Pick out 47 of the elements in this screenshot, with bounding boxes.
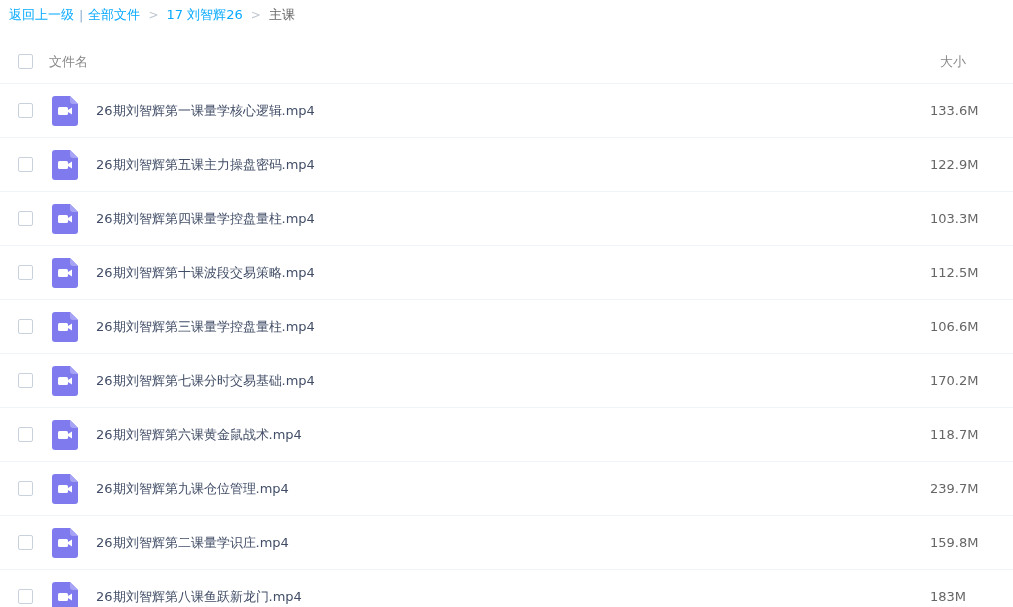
file-size: 239.7M — [930, 481, 980, 496]
file-name[interactable]: 26期刘智辉第一课量学核心逻辑.mp4 — [96, 101, 930, 120]
file-size: 103.3M — [930, 211, 980, 226]
file-name[interactable]: 26期刘智辉第十课波段交易策略.mp4 — [96, 263, 930, 282]
checkbox[interactable] — [18, 481, 33, 496]
checkbox[interactable] — [18, 319, 33, 334]
breadcrumb-separator: > — [148, 8, 159, 22]
file-name[interactable]: 26期刘智辉第六课黄金鼠战术.mp4 — [96, 425, 930, 444]
checkbox[interactable] — [18, 589, 33, 604]
video-file-icon — [52, 473, 78, 504]
checkbox[interactable] — [18, 54, 33, 69]
column-header[interactable]: 文件名 — [49, 52, 930, 71]
checkbox[interactable] — [18, 211, 33, 226]
file-size: 183M — [930, 589, 968, 604]
column-header[interactable]: 大小 — [930, 52, 1013, 71]
video-file-icon — [52, 95, 78, 126]
file-name[interactable]: 26期刘智辉第四课量学控盘量柱.mp4 — [96, 209, 930, 228]
file-name[interactable]: 26期刘智辉第二课量学识庄.mp4 — [96, 533, 930, 552]
checkbox[interactable] — [18, 535, 33, 550]
video-file-icon — [52, 257, 78, 288]
video-file-icon — [52, 419, 78, 450]
video-file-icon — [52, 527, 78, 558]
video-file-icon — [52, 203, 78, 234]
file-size: 122.9M — [930, 157, 980, 172]
breadcrumb-current: 主课 — [268, 6, 295, 24]
file-size: 112.5M — [930, 265, 980, 280]
file-size: 118.7M — [930, 427, 980, 442]
checkbox[interactable] — [18, 103, 33, 118]
checkbox[interactable] — [18, 373, 33, 388]
file-size: 133.6M — [930, 103, 980, 118]
video-file-icon — [52, 149, 78, 180]
video-file-icon — [52, 365, 78, 396]
file-name[interactable]: 26期刘智辉第九课仓位管理.mp4 — [96, 479, 930, 498]
checkbox[interactable] — [18, 427, 33, 442]
video-file-icon — [52, 311, 78, 342]
file-size: 170.2M — [930, 373, 980, 388]
file-name[interactable]: 26期刘智辉第七课分时交易基础.mp4 — [96, 371, 930, 390]
breadcrumb-separator: > — [250, 8, 261, 22]
breadcrumb-divider: | — [79, 7, 84, 23]
file-size: 106.6M — [930, 319, 980, 334]
checkbox[interactable] — [18, 157, 33, 172]
file-size: 159.8M — [930, 535, 980, 550]
file-name[interactable]: 26期刘智辉第八课鱼跃新龙门.mp4 — [96, 587, 930, 606]
video-file-icon — [52, 581, 78, 607]
checkbox[interactable] — [18, 265, 33, 280]
file-name[interactable]: 26期刘智辉第五课主力操盘密码.mp4 — [96, 155, 930, 174]
file-name[interactable]: 26期刘智辉第三课量学控盘量柱.mp4 — [96, 317, 930, 336]
